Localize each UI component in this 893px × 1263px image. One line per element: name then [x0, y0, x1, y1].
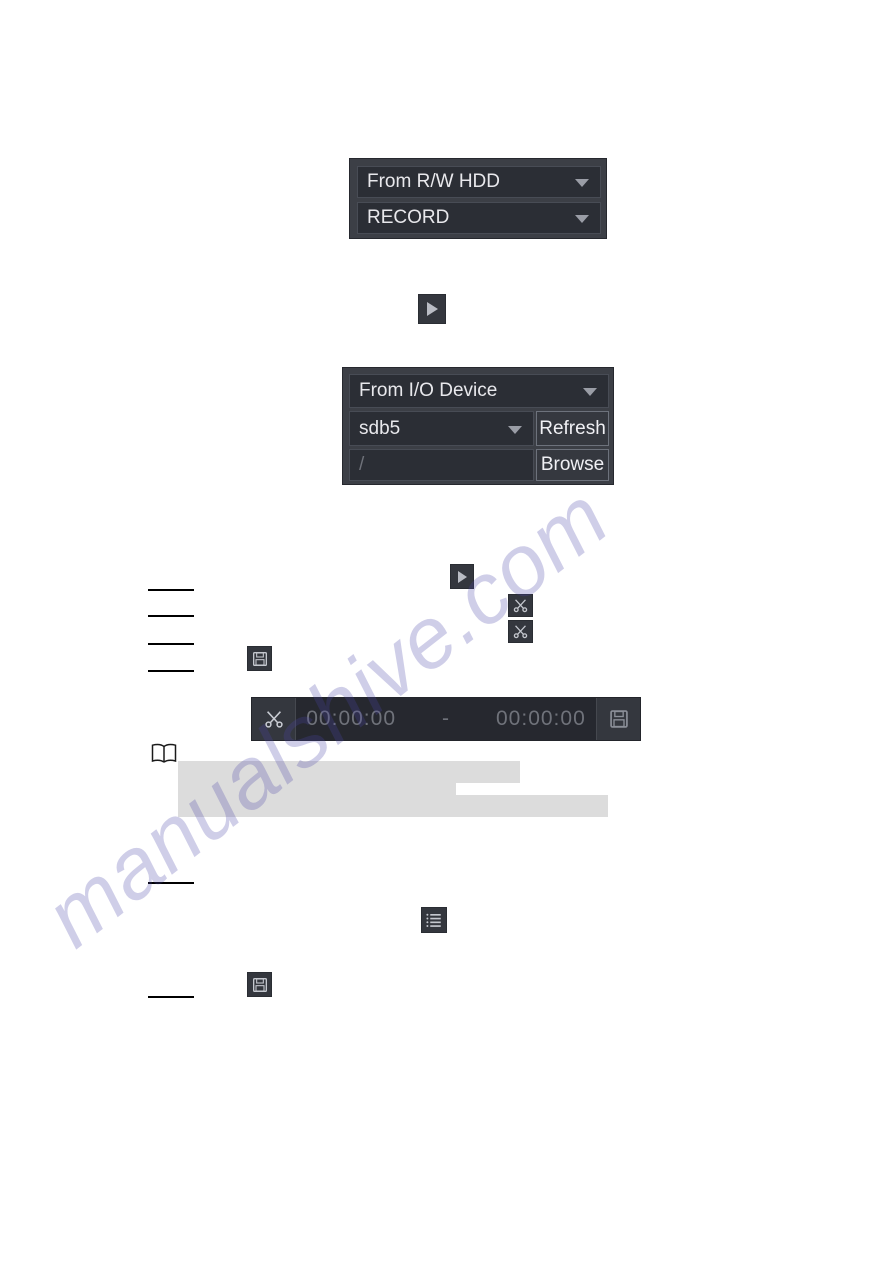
clip-start-button[interactable] — [508, 594, 533, 617]
note-callout — [150, 742, 178, 771]
path-field-value: / — [359, 454, 365, 475]
source-select[interactable]: From R/W HDD — [357, 166, 601, 198]
chevron-down-icon — [575, 179, 589, 187]
play-button-top[interactable] — [418, 294, 446, 324]
clip-time-range[interactable]: 00:00:00 - 00:00:00 — [296, 698, 596, 740]
redacted-step-rule — [148, 643, 194, 645]
refresh-button[interactable]: Refresh — [536, 411, 609, 446]
scissors-icon — [513, 625, 528, 639]
save-button-bottom[interactable] — [247, 972, 272, 997]
device-select[interactable]: sdb5 — [349, 411, 534, 446]
redacted-step-rule — [148, 882, 194, 884]
clip-end-time: 00:00:00 — [496, 707, 586, 730]
record-type-select-value: RECORD — [367, 207, 450, 228]
scissors-icon — [513, 599, 528, 613]
list-icon — [426, 913, 441, 927]
chevron-down-icon — [583, 388, 597, 396]
redacted-step-rule — [148, 996, 194, 998]
record-source-panel: From R/W HDD RECORD — [349, 158, 607, 239]
scissors-icon — [264, 711, 283, 728]
device-source-select[interactable]: From I/O Device — [349, 374, 609, 408]
io-device-panel: From I/O Device sdb5 Refresh / Browse — [342, 367, 614, 485]
record-type-select[interactable]: RECORD — [357, 202, 601, 234]
refresh-button-label: Refresh — [539, 417, 606, 439]
path-field[interactable]: / — [349, 449, 534, 481]
redacted-note-line-3 — [178, 795, 608, 817]
redacted-note-line-1 — [178, 761, 520, 783]
save-floppy-icon — [252, 977, 267, 992]
clip-start-time: 00:00:00 — [306, 707, 396, 730]
save-floppy-icon — [252, 651, 267, 666]
redacted-step-rule — [148, 670, 194, 672]
device-source-select-value: From I/O Device — [359, 380, 498, 401]
clip-save-button[interactable] — [596, 698, 640, 740]
clip-scissors-button[interactable] — [252, 698, 296, 740]
redacted-step-rule — [148, 589, 194, 591]
save-button-step[interactable] — [247, 646, 272, 671]
play-icon — [458, 570, 467, 583]
clip-time-separator: - — [442, 707, 450, 730]
chevron-down-icon — [575, 215, 589, 223]
redacted-step-rule — [148, 615, 194, 617]
browse-button-label: Browse — [540, 454, 605, 475]
save-floppy-icon — [609, 710, 628, 728]
list-button[interactable] — [421, 907, 447, 933]
source-select-value: From R/W HDD — [367, 171, 500, 192]
device-select-value: sdb5 — [359, 417, 401, 439]
open-book-icon — [151, 743, 177, 763]
clip-end-button[interactable] — [508, 620, 533, 643]
play-button-step[interactable] — [450, 564, 474, 589]
play-icon — [427, 302, 438, 316]
browse-button[interactable]: Browse — [536, 449, 609, 481]
chevron-down-icon — [508, 425, 522, 434]
clip-toolbar: 00:00:00 - 00:00:00 — [251, 697, 641, 741]
